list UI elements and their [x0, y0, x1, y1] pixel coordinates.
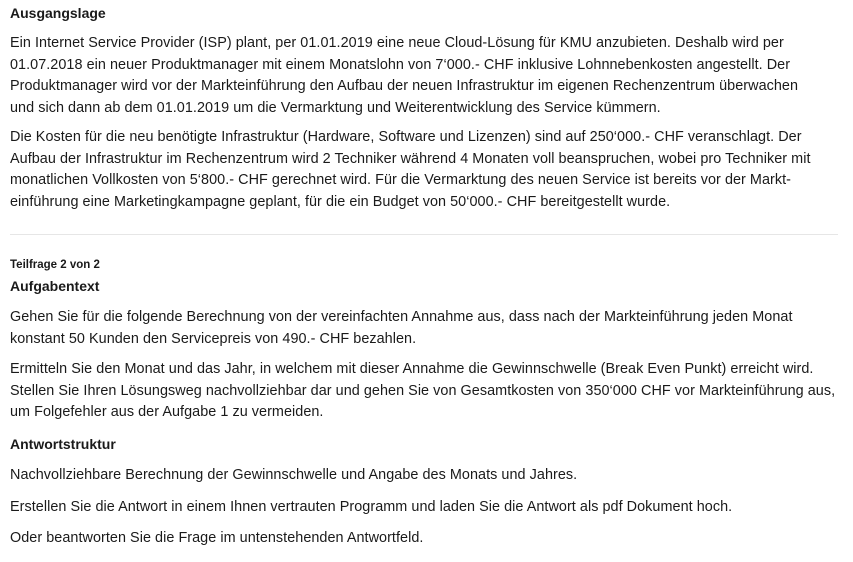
antwortstruktur-paragraph-3: Oder beantworten Sie die Frage im untens… — [10, 530, 424, 546]
teilfrage-label: Teilfrage 2 von 2 — [10, 259, 100, 271]
aufgabentext-heading: Aufgabentext — [10, 278, 100, 294]
antwortstruktur-paragraph-2: Erstellen Sie die Antwort in einem Ihnen… — [10, 499, 733, 515]
aufgabentext-paragraph-2: Ermitteln Sie den Monat und das Jahr, in… — [10, 359, 835, 424]
text-line: monatlichen Vollkosten von 5‘800.- CHF g… — [10, 172, 792, 188]
antwortstruktur-paragraph-1: Nachvollziehbare Berechnung der Gewinnsc… — [10, 467, 578, 483]
aufgabentext-paragraph-1: Gehen Sie für die folgende Berechnung vo… — [10, 307, 793, 350]
antwortstruktur-heading: Antwortstruktur — [10, 436, 116, 452]
text-line: einführung eine Marketingkampagne geplan… — [10, 193, 671, 210]
ausgangslage-paragraph-1: Ein Internet Service Provider (ISP) plan… — [10, 33, 798, 119]
text-line: Produktmanager wird vor der Markteinführ… — [10, 78, 799, 94]
text-line: und sich dann ab dem 01.01.2019 um die V… — [10, 99, 661, 116]
text-line: 01.07.2018 ein neuer Produktmanager mit … — [10, 56, 791, 73]
text-line: um Folgefehler aus der Aufgabe 1 zu verm… — [10, 404, 324, 420]
text-line: Die Kosten für die neu benötigte Infrast… — [10, 129, 802, 145]
question-page: Ausgangslage Ein Internet Service Provid… — [0, 0, 853, 562]
section-divider — [10, 234, 838, 235]
text-line: Ermitteln Sie den Monat und das Jahr, in… — [10, 361, 814, 377]
ausgangslage-paragraph-2: Die Kosten für die neu benötigte Infrast… — [10, 127, 811, 213]
text-line: Ein Internet Service Provider (ISP) plan… — [10, 35, 784, 51]
text-line: Gehen Sie für die folgende Berechnung vo… — [10, 309, 793, 325]
ausgangslage-heading: Ausgangslage — [10, 5, 106, 21]
text-line: Aufbau der Infrastruktur im Rechenzentru… — [10, 150, 811, 167]
text-line: Stellen Sie Ihren Lösungsweg nachvollzie… — [10, 382, 836, 399]
text-line: konstant 50 Kunden den Servicepreis von … — [10, 330, 417, 347]
